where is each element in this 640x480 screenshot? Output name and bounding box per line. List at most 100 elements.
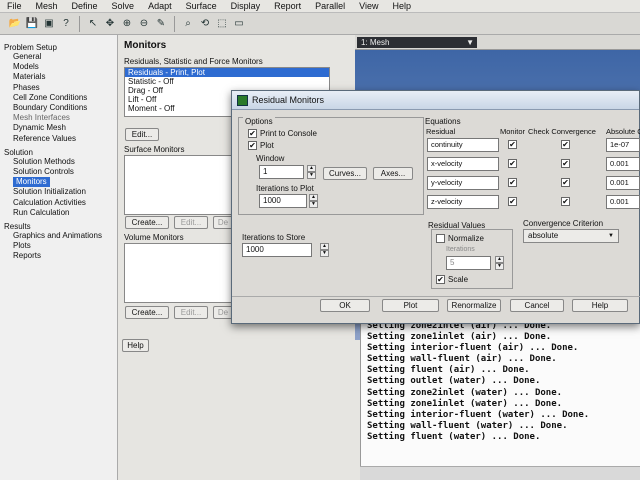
spin-up-icon[interactable]: ▲	[320, 243, 329, 250]
plot-checkbox[interactable]: ✔	[248, 141, 257, 151]
region-icon[interactable]: ⬚	[215, 17, 229, 31]
absolute-criteria-field[interactable]: 0.001	[606, 157, 640, 171]
zoom-out-icon[interactable]: ⊖	[137, 17, 151, 31]
tree-item-run-calculation[interactable]: Run Calculation	[4, 208, 117, 218]
scale-checkbox[interactable]: ✔	[436, 275, 445, 285]
tree-item-reference-values[interactable]: Reference Values	[4, 134, 117, 144]
check-convergence-checkbox[interactable]: ✔	[561, 197, 570, 206]
iterations-spinner[interactable]: ▲ ▼	[495, 256, 504, 270]
monitor-checkbox[interactable]: ✔	[508, 159, 517, 168]
menu-parallel[interactable]: Parallel	[308, 1, 352, 11]
iterations-to-store-spinner[interactable]: ▲ ▼	[320, 243, 329, 257]
zoom-fit-icon[interactable]: ⌕	[181, 17, 195, 31]
menu-view[interactable]: View	[352, 1, 385, 11]
spin-down-icon[interactable]: ▼	[309, 201, 318, 208]
probe-icon[interactable]: ✎	[154, 17, 168, 31]
absolute-criteria-field[interactable]: 0.001	[606, 195, 640, 209]
tree-item-plots[interactable]: Plots	[4, 241, 117, 251]
edit-volume-monitor-button[interactable]: Edit...	[174, 306, 208, 319]
save-icon[interactable]: 💾	[25, 17, 39, 31]
check-convergence-checkbox[interactable]: ✔	[561, 159, 570, 168]
layout-icon[interactable]: ▭	[232, 17, 246, 31]
edit-surface-monitor-button[interactable]: Edit...	[174, 216, 208, 229]
delete-surface-monitor-button[interactable]: De	[213, 216, 233, 229]
iterations-to-store-field[interactable]: 1000	[242, 243, 312, 257]
spin-up-icon[interactable]: ▲	[495, 256, 504, 263]
print-icon[interactable]: ▣	[42, 17, 56, 31]
tree-item-cell-zone-conditions[interactable]: Cell Zone Conditions	[4, 93, 117, 103]
iterations-to-plot-spinner[interactable]: ▲ ▼	[309, 194, 318, 208]
tree-item-mesh-interfaces[interactable]: Mesh Interfaces	[4, 113, 117, 123]
tree-item-models[interactable]: Models	[4, 62, 117, 72]
spin-down-icon[interactable]: ▼	[495, 263, 504, 270]
console[interactable]: Setting zone2inlet (air) ... Done. Settin…	[360, 315, 640, 480]
convergence-criterion-select[interactable]: absolute ▼	[523, 229, 619, 243]
absolute-criteria-field[interactable]: 0.001	[606, 176, 640, 190]
dialog-title: Residual Monitors	[252, 95, 325, 105]
spin-down-icon[interactable]: ▼	[320, 250, 329, 257]
spin-up-icon[interactable]: ▲	[309, 194, 318, 201]
create-surface-monitor-button[interactable]: Create...	[125, 216, 169, 229]
check-convergence-checkbox[interactable]: ✔	[561, 140, 570, 149]
menu-report[interactable]: Report	[267, 1, 308, 11]
select-icon[interactable]: ↖	[86, 17, 100, 31]
tree-item-dynamic-mesh[interactable]: Dynamic Mesh	[4, 123, 117, 133]
monitor-checkbox[interactable]: ✔	[508, 197, 517, 206]
menu-adapt[interactable]: Adapt	[141, 1, 179, 11]
delete-volume-monitor-button[interactable]: De	[213, 306, 233, 319]
window-field[interactable]: 1	[259, 165, 304, 179]
absolute-criteria-field[interactable]: 1e-07	[606, 138, 640, 152]
tree-item-reports[interactable]: Reports	[4, 251, 117, 261]
tree-item-solution-initialization[interactable]: Solution Initialization	[4, 187, 117, 197]
graphics-window-select[interactable]: 1: Mesh ▼	[357, 37, 477, 48]
normalize-checkbox[interactable]	[436, 234, 445, 244]
renormalize-button[interactable]: Renormalize	[447, 299, 501, 312]
tree-section-problem-setup[interactable]: Problem Setup	[4, 43, 117, 52]
list-item[interactable]: Statistic - Off	[125, 77, 329, 86]
curves-button[interactable]: Curves...	[323, 167, 367, 180]
tree-item-boundary-conditions[interactable]: Boundary Conditions	[4, 103, 117, 113]
plot-button[interactable]: Plot	[382, 299, 439, 312]
monitor-checkbox[interactable]: ✔	[508, 140, 517, 149]
menu-display[interactable]: Display	[224, 1, 268, 11]
tree-item-graphics-and-animations[interactable]: Graphics and Animations	[4, 231, 117, 241]
tree-item-general[interactable]: General	[4, 52, 117, 62]
menu-define[interactable]: Define	[65, 1, 105, 11]
menu-surface[interactable]: Surface	[179, 1, 224, 11]
tree-item-phases[interactable]: Phases	[4, 83, 117, 93]
spin-down-icon[interactable]: ▼	[307, 172, 316, 179]
spin-up-icon[interactable]: ▲	[307, 165, 316, 172]
iterations-field[interactable]: 5	[446, 256, 491, 270]
tree-section-results[interactable]: Results	[4, 222, 117, 231]
menu-solve[interactable]: Solve	[105, 1, 142, 11]
rotate-icon[interactable]: ⟲	[198, 17, 212, 31]
help-button[interactable]: Help	[572, 299, 628, 312]
menu-file[interactable]: File	[0, 1, 29, 11]
tree-item-solution-controls[interactable]: Solution Controls	[4, 167, 117, 177]
window-spinner[interactable]: ▲ ▼	[307, 165, 316, 179]
iterations-to-plot-field[interactable]: 1000	[259, 194, 307, 208]
create-volume-monitor-button[interactable]: Create...	[125, 306, 169, 319]
tree-item-calculation-activities[interactable]: Calculation Activities	[4, 198, 117, 208]
edit-residuals-button[interactable]: Edit...	[125, 128, 159, 141]
list-item[interactable]: Residuals - Print, Plot	[125, 68, 329, 77]
check-convergence-checkbox[interactable]: ✔	[561, 178, 570, 187]
ok-button[interactable]: OK	[320, 299, 370, 312]
console-scrollbar[interactable]	[360, 466, 640, 480]
monitor-checkbox[interactable]: ✔	[508, 178, 517, 187]
move-icon[interactable]: ✥	[103, 17, 117, 31]
dialog-titlebar[interactable]: Residual Monitors	[232, 91, 639, 110]
cancel-button[interactable]: Cancel	[510, 299, 564, 312]
open-icon[interactable]: 📂	[8, 17, 22, 31]
zoom-in-icon[interactable]: ⊕	[120, 17, 134, 31]
panel-help-button[interactable]: Help	[122, 339, 149, 352]
tree-item-materials[interactable]: Materials	[4, 72, 117, 82]
tree-item-solution-methods[interactable]: Solution Methods	[4, 157, 117, 167]
print-to-console-checkbox[interactable]: ✔	[248, 129, 257, 139]
menu-mesh[interactable]: Mesh	[29, 1, 65, 11]
menu-help[interactable]: Help	[386, 1, 419, 11]
tree-section-solution[interactable]: Solution	[4, 148, 117, 157]
tree-item-monitors[interactable]: Monitors	[13, 177, 50, 188]
axes-button[interactable]: Axes...	[373, 167, 413, 180]
help-icon[interactable]: ?	[59, 17, 73, 31]
